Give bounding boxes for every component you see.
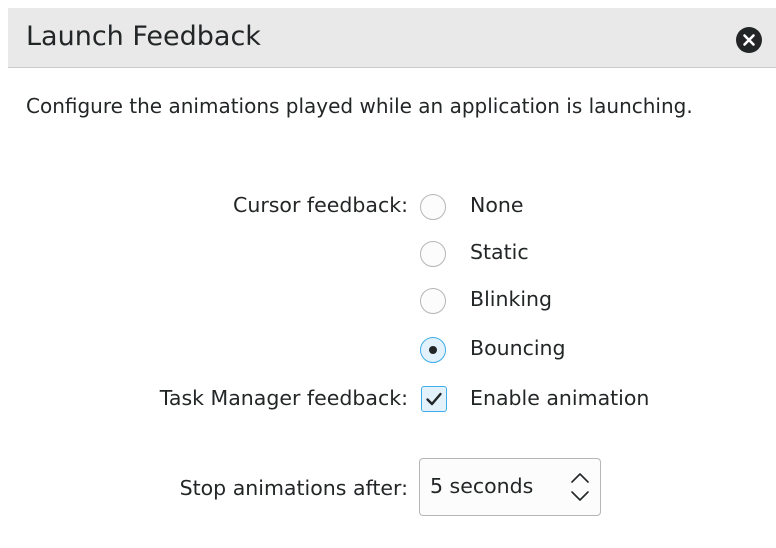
chevron-up-icon: [571, 473, 589, 483]
stop-animations-spinbox[interactable]: 5 seconds: [419, 458, 601, 516]
launch-feedback-dialog: Launch Feedback Configure the animations…: [0, 0, 776, 548]
dialog-title: Launch Feedback: [26, 21, 261, 52]
chevron-down-icon: [571, 491, 589, 501]
checkmark-icon: [426, 392, 442, 406]
radio-cursor-static[interactable]: [420, 241, 446, 267]
radio-cursor-blinking-label[interactable]: Blinking: [470, 287, 552, 311]
cursor-feedback-label: Cursor feedback:: [233, 193, 408, 217]
radio-cursor-static-label[interactable]: Static: [470, 240, 529, 264]
task-manager-feedback-label: Task Manager feedback:: [159, 386, 408, 410]
radio-cursor-none-label[interactable]: None: [470, 193, 523, 217]
radio-cursor-none[interactable]: [420, 194, 446, 220]
close-button[interactable]: [736, 27, 762, 53]
spinbox-value: 5 seconds: [430, 474, 534, 498]
spin-up-button[interactable]: [566, 467, 594, 487]
close-circle-icon: [743, 34, 755, 46]
dialog-description: Configure the animations played while an…: [26, 94, 693, 118]
radio-cursor-blinking[interactable]: [420, 288, 446, 314]
spin-down-button[interactable]: [566, 487, 594, 507]
stop-animations-label: Stop animations after:: [179, 476, 408, 500]
radio-cursor-bouncing-label[interactable]: Bouncing: [470, 336, 566, 360]
radio-cursor-bouncing[interactable]: [420, 337, 446, 363]
enable-animation-label[interactable]: Enable animation: [470, 386, 649, 410]
spin-arrows: [566, 467, 594, 507]
dialog-header: Launch Feedback: [8, 8, 776, 68]
enable-animation-checkbox[interactable]: [421, 386, 447, 412]
